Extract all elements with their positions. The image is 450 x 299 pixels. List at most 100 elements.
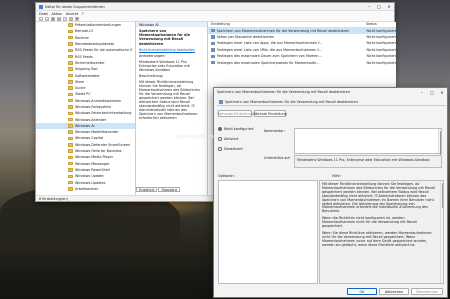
tree-item-label: Windows-Fehlerberichterstattung xyxy=(75,111,132,116)
help-paragraph-1: Mit dieser Richtlinieneinstellung können… xyxy=(322,182,435,214)
setting-state: Nicht konfiguriert xyxy=(366,54,396,59)
close-button[interactable]: ✕ xyxy=(384,4,394,9)
folder-icon xyxy=(68,42,73,46)
edit-policy-link[interactable]: Richtlinieneinstellung bearbeiten xyxy=(139,48,204,52)
help-box: Mit dieser Richtlinieneinstellung können… xyxy=(319,180,444,284)
column-state[interactable]: Status xyxy=(363,22,377,26)
description-header-label: Windows AI xyxy=(139,22,159,27)
help-scrollbar[interactable] xyxy=(440,181,443,283)
setting-row[interactable]: Festlegen des maximalen Speicherplatzes … xyxy=(208,59,396,65)
radio-not-configured-label: Nicht konfiguriert xyxy=(224,127,254,131)
previous-setting-button[interactable]: Vorherige Einstellung xyxy=(217,110,253,117)
radio-not-configured[interactable]: Nicht konfiguriert xyxy=(218,127,254,131)
dialog-minimize-button[interactable]: – xyxy=(417,90,427,95)
export-list-icon[interactable]: ▤ xyxy=(57,16,61,21)
properties-icon[interactable]: ▥ xyxy=(69,16,73,21)
tab-erweitert[interactable]: Erweitert xyxy=(136,187,158,192)
next-setting-button[interactable]: Nächste Einstellung xyxy=(253,110,287,117)
dialog-title: Speichern von Momentaufnahmen für die Ve… xyxy=(217,90,350,94)
folder-icon xyxy=(68,105,73,109)
tree-item-label: Remote-UI xyxy=(75,29,93,34)
cancel-button[interactable]: Abbrechen xyxy=(379,288,409,295)
requirements-text: Mindestens Windows 11 Pro, Enterprise od… xyxy=(139,59,190,72)
dialog-maximize-button[interactable]: □ xyxy=(427,90,437,95)
tree-item-label: Softwarehaber xyxy=(75,73,100,78)
radio-enabled-label: Aktiviert xyxy=(224,137,239,141)
policy-tree[interactable]: Präsentationseinstellungen Remote-UI Rechn… xyxy=(36,22,136,195)
setting-state: Nicht konfiguriert xyxy=(366,60,396,65)
show-hide-tree-icon[interactable]: ▦ xyxy=(51,16,55,21)
folder-icon xyxy=(68,155,73,160)
window-title: Editor für lokale Gruppenrichtlinien xyxy=(45,4,105,9)
description-pane: Windows AI Speichern von Momentaufnahmen… xyxy=(136,22,208,195)
radio-disabled-dot[interactable] xyxy=(218,147,222,151)
menu-aktion[interactable]: Aktion xyxy=(52,12,63,16)
ok-button[interactable]: OK xyxy=(347,288,377,295)
help-icon[interactable]: ? xyxy=(63,16,67,21)
tree-item-label: RSS-Feeds für die automatische S xyxy=(75,48,133,53)
options-label: Optionen: xyxy=(218,174,235,178)
radio-enabled-dot[interactable] xyxy=(218,137,222,141)
tree-item-label: Snipping Tool xyxy=(75,67,98,72)
folder-icon xyxy=(68,29,73,34)
folder-icon xyxy=(68,180,73,185)
policy-setting-icon xyxy=(211,35,215,39)
supported-label: Unterstützt auf: xyxy=(264,156,291,160)
dialog-close-button[interactable]: ✕ xyxy=(437,90,447,95)
menu-datei[interactable]: Datei xyxy=(39,12,48,16)
forward-icon[interactable]: → xyxy=(45,16,49,21)
description-header: Windows AI xyxy=(136,22,207,27)
menu-help[interactable]: ? xyxy=(82,12,84,16)
back-icon[interactable]: ← xyxy=(39,16,43,21)
comment-field[interactable] xyxy=(294,128,442,156)
tree-item-label: Suche xyxy=(75,86,86,91)
description-label: Beschreibung: xyxy=(139,73,164,78)
folder-icon xyxy=(68,130,73,134)
tree-item-label: RSS Feeds xyxy=(75,54,93,59)
filter-icon[interactable]: ▼ xyxy=(75,16,79,21)
tree-item-label: Windows-Kalender xyxy=(75,117,107,122)
setting-name: Festlegen einer Liste von Apps, die aus … xyxy=(216,41,323,46)
tree-item-label: Präsentationseinstellungen xyxy=(75,23,122,28)
status-text: 6 Einstellung(en) xyxy=(39,196,68,201)
folder-icon xyxy=(68,35,73,40)
tree-item-label: Windows AI xyxy=(75,123,95,128)
description-text: Mit dieser Richtlinieneinstellung können… xyxy=(139,79,200,120)
dialog-setting-name-bar: Speichern von Momentaufnahmen für die Ve… xyxy=(217,98,446,106)
tree-item[interactable]: Arbeitsordner xyxy=(36,186,135,192)
tree-item-label: Windows Media Player xyxy=(75,155,114,160)
window-titlebar[interactable]: Editor für lokale Gruppenrichtlinien – □… xyxy=(36,3,394,11)
radio-not-configured-dot[interactable] xyxy=(218,127,222,131)
folder-icon xyxy=(68,61,73,65)
tree-item-label: Windows-Anmeldeoptionen xyxy=(75,98,122,103)
column-setting[interactable]: Einstellung xyxy=(208,22,363,26)
tree-item-label: Windows Mobilitätscenter xyxy=(75,130,119,135)
watermark: Deskmodder.de xyxy=(176,134,216,140)
tree-item-label: Windows-Updates xyxy=(75,180,106,185)
tree-item-label: Tablet PC xyxy=(75,92,91,97)
setting-state: Nicht konfiguriert xyxy=(366,35,396,40)
folder-icon xyxy=(68,111,73,116)
setting-state: Nicht konfiguriert xyxy=(366,41,396,46)
setting-state: Nicht konfiguriert xyxy=(366,47,396,52)
menu-ansicht[interactable]: Ansicht xyxy=(66,12,79,16)
radio-disabled[interactable]: Deaktiviert xyxy=(218,147,243,151)
maximize-button[interactable]: □ xyxy=(374,4,384,9)
radio-enabled[interactable]: Aktiviert xyxy=(218,137,238,141)
folder-icon xyxy=(68,73,73,78)
policy-title: Speichern von Momentaufnahmen für die Ve… xyxy=(139,29,190,46)
folder-icon xyxy=(68,48,73,53)
minimize-button[interactable]: – xyxy=(364,4,374,9)
folder-icon xyxy=(68,161,73,166)
help-paragraph-3: Wenn Sie diese Richtlinie aktivieren, we… xyxy=(322,230,432,247)
dialog-titlebar[interactable]: Speichern von Momentaufnahmen für die Ve… xyxy=(214,88,447,96)
folder-icon xyxy=(68,98,73,103)
tree-item-label: Windows PowerShell xyxy=(75,167,110,172)
setting-name: Festlegen einer Liste von URIs, die aus … xyxy=(216,47,322,52)
folder-icon xyxy=(68,187,73,191)
supported-text: Mindestens Windows 11 Pro, Enterprise od… xyxy=(297,157,430,162)
apply-button[interactable]: Übernehmen xyxy=(411,288,443,295)
comment-scrollbar[interactable] xyxy=(438,129,442,156)
tab-standard[interactable]: Standard xyxy=(158,187,180,192)
folder-icon xyxy=(68,92,73,97)
